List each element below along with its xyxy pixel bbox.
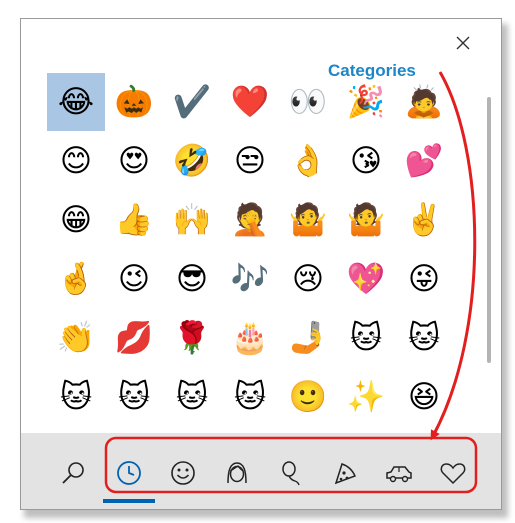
emoji-cell[interactable]: 💕 <box>395 132 453 190</box>
emoji-cell[interactable]: 😉 <box>105 250 163 308</box>
emoji-cell[interactable]: ✨ <box>337 368 395 426</box>
smiley-icon <box>171 461 195 485</box>
emoji-cell[interactable]: ❤️ <box>221 73 279 131</box>
emoji-cell[interactable]: 😍 <box>105 132 163 190</box>
pizza-icon <box>334 463 357 485</box>
emoji-cell[interactable]: 😆 <box>395 368 453 426</box>
tab-smileys[interactable] <box>163 453 203 493</box>
emoji-cell[interactable]: 💖 <box>337 250 395 308</box>
clock-icon <box>117 461 141 485</box>
emoji-cell[interactable]: 🙇 <box>395 73 453 131</box>
person-icon <box>227 462 247 484</box>
tab-people[interactable] <box>217 453 257 493</box>
emoji-cell[interactable]: 🐱 <box>105 368 163 426</box>
emoji-cell[interactable]: 😒 <box>221 132 279 190</box>
emoji-cell[interactable]: 🎶 <box>221 250 279 308</box>
emoji-cell[interactable]: 🤦 <box>221 191 279 249</box>
emoji-cell[interactable]: 🐱 <box>47 368 105 426</box>
close-button[interactable] <box>451 31 475 55</box>
emoji-cell[interactable]: 😁 <box>47 191 105 249</box>
categories-annotation-label: Categories <box>328 61 416 80</box>
emoji-cell[interactable]: 👌 <box>279 132 337 190</box>
emoji-cell[interactable]: 😊 <box>47 132 105 190</box>
emoji-cell[interactable]: 🤷 <box>279 191 337 249</box>
tab-search[interactable] <box>53 453 93 493</box>
emoji-cell[interactable]: 🙌 <box>163 191 221 249</box>
tab-food[interactable] <box>325 453 365 493</box>
emoji-panel: 😂 🎃 ✔️ ❤️ 👀 🎉 🙇 😊 😍 🤣 😒 👌 😘 💕 😁 👍 🙌 🤦 🤷 🤷 ✌️ 🤞 😉 😎 🎶 😢 💖 😜 👏 💋 🌹 🎂 🤳 🐱 🐱 🐱 🐱… <box>20 18 502 510</box>
tab-symbols[interactable] <box>433 453 473 493</box>
emoji-cell[interactable]: 🐱 <box>163 368 221 426</box>
close-icon <box>456 36 470 50</box>
emoji-cell[interactable]: 😎 <box>163 250 221 308</box>
active-tab-indicator <box>103 499 155 503</box>
emoji-cell[interactable]: 🤷 <box>337 191 395 249</box>
emoji-cell[interactable]: 🐱 <box>395 309 453 367</box>
emoji-cell[interactable]: 🤣 <box>163 132 221 190</box>
emoji-cell[interactable]: 🎃 <box>105 73 163 131</box>
emoji-cell[interactable]: 👀 <box>279 73 337 131</box>
category-tabs <box>21 453 501 493</box>
emoji-cell[interactable]: ✌️ <box>395 191 453 249</box>
emoji-cell[interactable]: 👍 <box>105 191 163 249</box>
emoji-cell[interactable]: 😘 <box>337 132 395 190</box>
emoji-cell[interactable]: ✔️ <box>163 73 221 131</box>
emoji-cell[interactable]: 🐱 <box>337 309 395 367</box>
balloon-icon <box>282 461 300 486</box>
emoji-cell[interactable]: 😢 <box>279 250 337 308</box>
search-icon <box>62 462 84 484</box>
emoji-cell[interactable]: 😂 <box>47 73 105 131</box>
emoji-cell[interactable]: 🌹 <box>163 309 221 367</box>
emoji-cell[interactable]: 😜 <box>395 250 453 308</box>
emoji-cell[interactable]: 🤳 <box>279 309 337 367</box>
car-icon <box>386 466 412 483</box>
emoji-cell[interactable]: 🎉 <box>337 73 395 131</box>
tab-travel[interactable] <box>379 453 419 493</box>
emoji-cell[interactable]: 💋 <box>105 309 163 367</box>
emoji-cell[interactable]: 🐱 <box>221 368 279 426</box>
tab-celebrations[interactable] <box>271 453 311 493</box>
emoji-grid: 😂 🎃 ✔️ ❤️ 👀 🎉 🙇 😊 😍 🤣 😒 👌 😘 💕 😁 👍 🙌 🤦 🤷 🤷 ✌️ 🤞 😉 😎 🎶 😢 💖 😜 👏 💋 🌹 🎂 🤳 🐱 🐱 🐱 🐱… <box>47 73 465 426</box>
emoji-cell[interactable]: 👏 <box>47 309 105 367</box>
tab-recent[interactable] <box>109 453 149 493</box>
emoji-cell[interactable]: 🎂 <box>221 309 279 367</box>
emoji-cell[interactable]: 🙂 <box>279 368 337 426</box>
heart-icon <box>440 463 466 485</box>
scrollbar[interactable] <box>487 97 491 363</box>
emoji-cell[interactable]: 🤞 <box>47 250 105 308</box>
